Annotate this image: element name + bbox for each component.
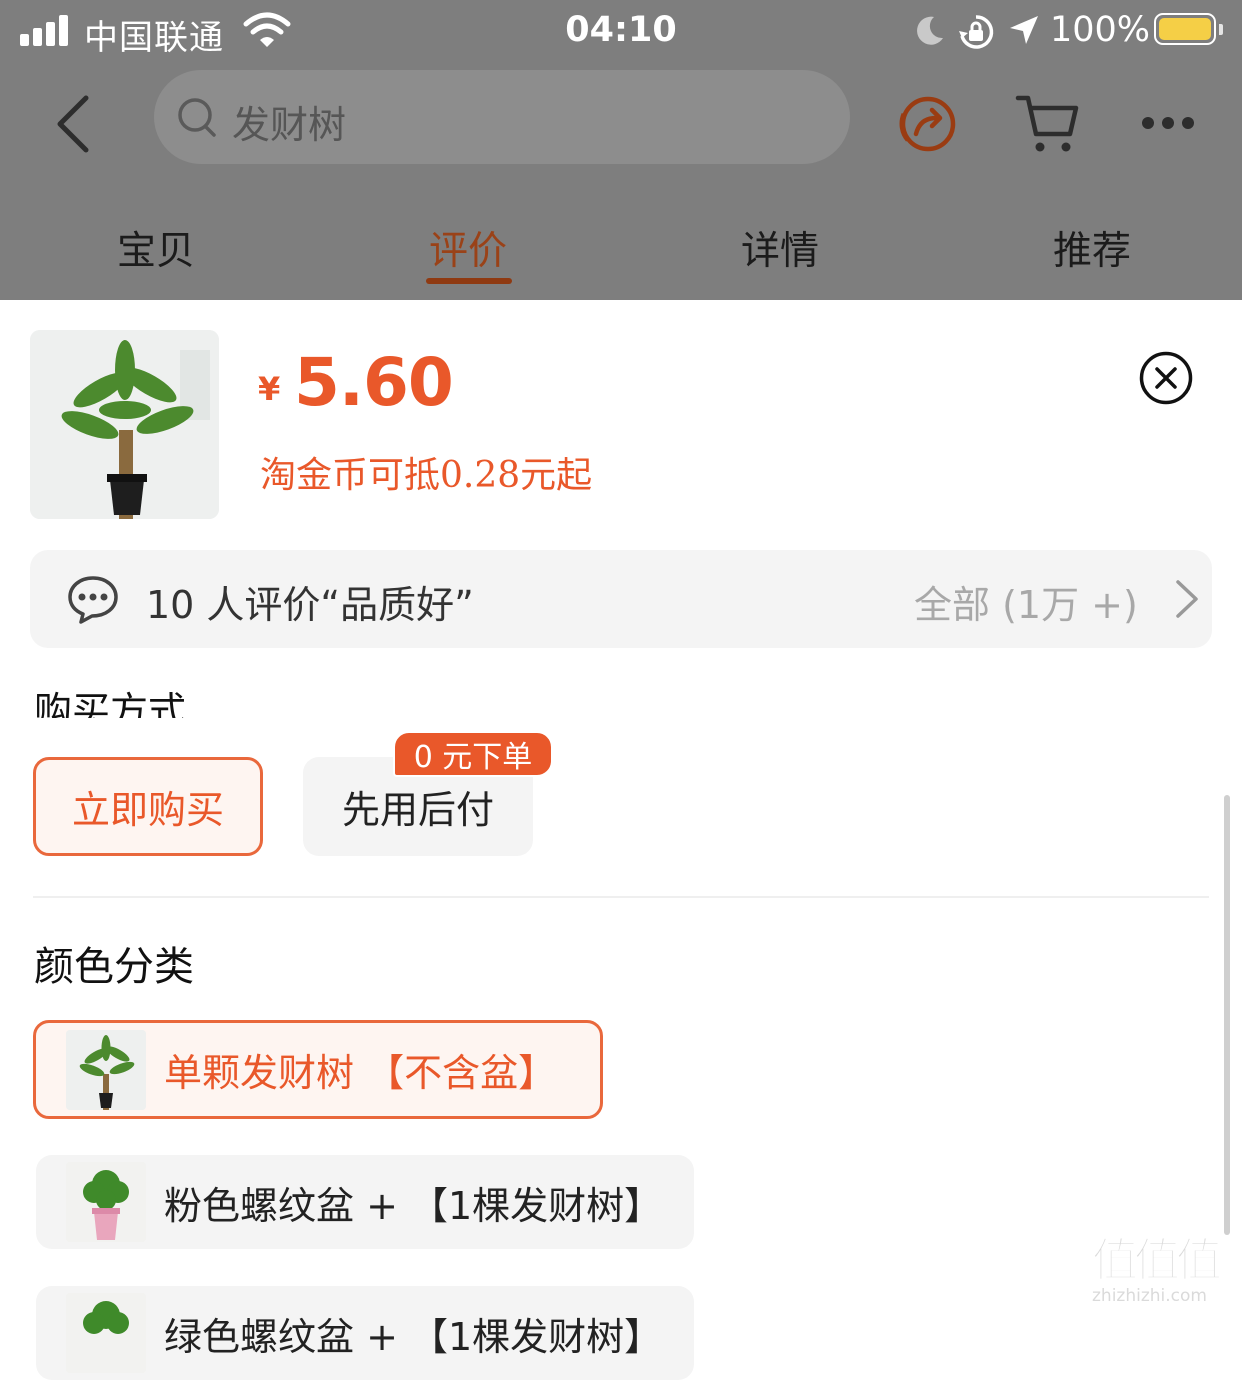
search-icon [178,98,216,137]
coin-discount-text: 淘金币可抵0.28元起 [260,455,593,496]
chevron-right-icon [1176,580,1198,618]
variant-thumbnail [66,1029,146,1110]
price: 5.60 [294,344,454,421]
variant-option-pink-pot[interactable]: 粉色螺纹盆 + 【1棵发财树】 [36,1155,694,1249]
buy-now-option[interactable]: 立即购买 [33,757,263,856]
tab-bar: 宝贝 评价 详情 推荐 [0,200,1242,300]
color-category-title: 颜色分类 [34,944,194,990]
close-icon[interactable] [1138,350,1194,406]
chat-bubble-icon [68,576,118,624]
battery-tip [1219,24,1223,35]
location-arrow-icon [1010,16,1038,44]
cart-icon[interactable] [1014,92,1080,156]
battery-icon [1154,13,1216,45]
variant-label: 单颗发财树 【不含盆】 [164,1051,557,1095]
variant-thumbnail [66,1293,146,1373]
dimmed-header-area: 中国联通 04:10 100% 发财树 宝贝 评价 详情 推荐 [0,0,1242,300]
battery-percentage: 100% [1050,10,1151,50]
watermark: 值值值 zhizhizhi.com [1092,1236,1237,1318]
review-summary-bar[interactable]: 10 人评价“品质好” 全部 (1万 +) [30,550,1212,648]
rotation-lock-icon [959,15,994,49]
back-icon[interactable] [52,94,98,154]
search-query: 发财树 [232,103,347,147]
more-icon[interactable] [1140,114,1196,132]
watermark-logo: 值值值 [1092,1233,1223,1287]
variant-label: 粉色螺纹盆 + 【1棵发财树】 [164,1183,663,1228]
product-image [30,330,219,519]
watermark-url: zhizhizhi.com [1092,1286,1207,1306]
tab-details[interactable]: 详情 [700,220,860,276]
pay-later-label: 先用后付 [341,788,494,832]
all-reviews-link[interactable]: 全部 (1万 +) [914,574,1138,629]
moon-icon [917,16,943,45]
badge-label: 0 元下单 [413,740,533,775]
tab-item[interactable]: 宝贝 [76,220,236,276]
share-icon[interactable] [894,94,960,154]
purchase-method-title: 购买方式 [34,689,187,718]
tab-recommend[interactable]: 推荐 [1012,220,1172,276]
buy-now-label: 立即购买 [71,788,224,832]
scrollbar[interactable] [1224,795,1230,1235]
variant-option-green-pot[interactable]: 绿色螺纹盆 + 【1棵发财树】 [36,1286,694,1380]
status-bar: 中国联通 04:10 100% [0,0,1242,62]
review-summary-text: 10 人评价“品质好” [146,583,474,627]
zero-order-badge: 0 元下单 [393,731,553,777]
section-divider [33,896,1209,898]
search-input[interactable]: 发财树 [154,70,850,164]
active-tab-indicator [426,278,512,284]
tab-reviews[interactable]: 评价 [388,220,548,276]
variant-option-single-tree[interactable]: 单颗发财树 【不含盆】 [33,1020,603,1119]
variant-thumbnail [66,1162,146,1242]
variant-label: 绿色螺纹盆 + 【1棵发财树】 [164,1314,663,1359]
currency-symbol: ¥ [258,370,281,408]
